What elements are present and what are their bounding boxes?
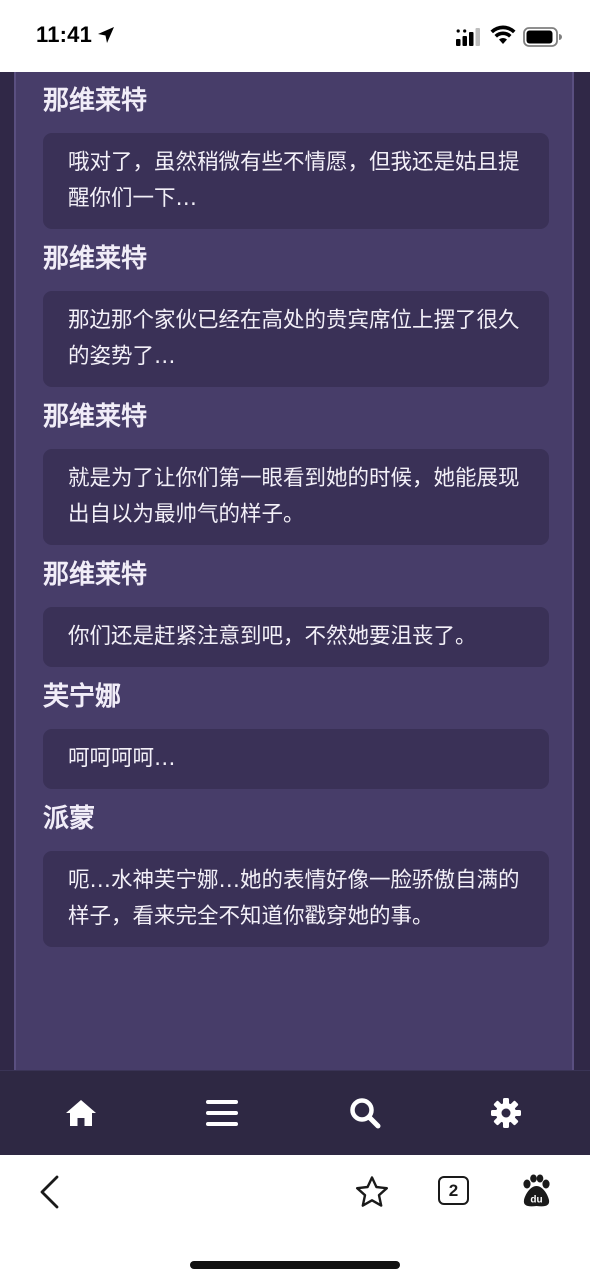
speaker-name: 那维莱特 [43, 560, 148, 590]
status-bar: 11:41 [0, 0, 590, 72]
wifi-icon [490, 25, 516, 44]
menu-button[interactable] [200, 1091, 244, 1135]
dialogue-entry: 派蒙 呃…水神芙宁娜…她的表情好像一脸骄傲自满的样子，看来完全不知道你戳穿她的事… [43, 804, 549, 947]
star-icon[interactable] [354, 1175, 390, 1209]
dialogue-bubble: 你们还是赶紧注意到吧，不然她要沮丧了。 [43, 607, 549, 667]
settings-icon [491, 1098, 521, 1128]
speaker-name: 那维莱特 [43, 402, 148, 432]
browser-toolbar: 2 du [0, 1155, 590, 1280]
settings-button[interactable] [484, 1091, 528, 1135]
dialogue-entry: 那维莱特 那边那个家伙已经在高处的贵宾席位上摆了很久的姿势了… [43, 244, 549, 387]
app-bottom-nav [0, 1070, 590, 1156]
baidu-paw-icon[interactable]: du [519, 1174, 553, 1208]
search-button[interactable] [343, 1091, 387, 1135]
speaker-name: 芙宁娜 [43, 682, 122, 712]
dialogue-panel[interactable]: 那维莱特 哦对了，虽然稍微有些不情愿，但我还是姑且提醒你们一下… 那维莱特 那边… [14, 72, 574, 1070]
dialogue-bubble: 哦对了，虽然稍微有些不情愿，但我还是姑且提醒你们一下… [43, 133, 549, 229]
back-icon[interactable] [38, 1175, 62, 1209]
speaker-name: 那维莱特 [43, 86, 148, 116]
speaker-name: 那维莱特 [43, 244, 148, 274]
location-arrow-icon [98, 27, 114, 43]
svg-text:du: du [530, 1195, 542, 1206]
dialogue-bubble: 呵呵呵呵… [43, 729, 549, 789]
dialogue-entry: 那维莱特 你们还是赶紧注意到吧，不然她要沮丧了。 [43, 560, 549, 667]
tab-count: 2 [448, 1180, 459, 1200]
home-button[interactable] [59, 1091, 103, 1135]
home-icon [66, 1100, 96, 1126]
battery-icon [523, 27, 562, 47]
content-frame: 那维莱特 哦对了，虽然稍微有些不情愿，但我还是姑且提醒你们一下… 那维莱特 那边… [0, 72, 590, 1070]
dialogue-bubble: 呃…水神芙宁娜…她的表情好像一脸骄傲自满的样子，看来完全不知道你戳穿她的事。 [43, 851, 549, 947]
status-time: 11:41 [36, 22, 93, 47]
tabs-button[interactable]: 2 [438, 1176, 469, 1205]
dialogue-list: 那维莱特 哦对了，虽然稍微有些不情愿，但我还是姑且提醒你们一下… 那维莱特 那边… [43, 86, 549, 962]
search-icon [350, 1098, 381, 1129]
home-indicator[interactable] [190, 1261, 400, 1269]
dialogue-bubble: 那边那个家伙已经在高处的贵宾席位上摆了很久的姿势了… [43, 291, 549, 387]
menu-icon [206, 1100, 238, 1126]
dialogue-bubble: 就是为了让你们第一眼看到她的时候，她能展现出自以为最帅气的样子。 [43, 449, 549, 545]
dialogue-entry: 那维莱特 就是为了让你们第一眼看到她的时候，她能展现出自以为最帅气的样子。 [43, 402, 549, 545]
speaker-name: 派蒙 [43, 804, 96, 834]
dialogue-entry: 那维莱特 哦对了，虽然稍微有些不情愿，但我还是姑且提醒你们一下… [43, 86, 549, 229]
signal-icon [456, 28, 480, 46]
dialogue-entry: 芙宁娜 呵呵呵呵… [43, 682, 549, 789]
